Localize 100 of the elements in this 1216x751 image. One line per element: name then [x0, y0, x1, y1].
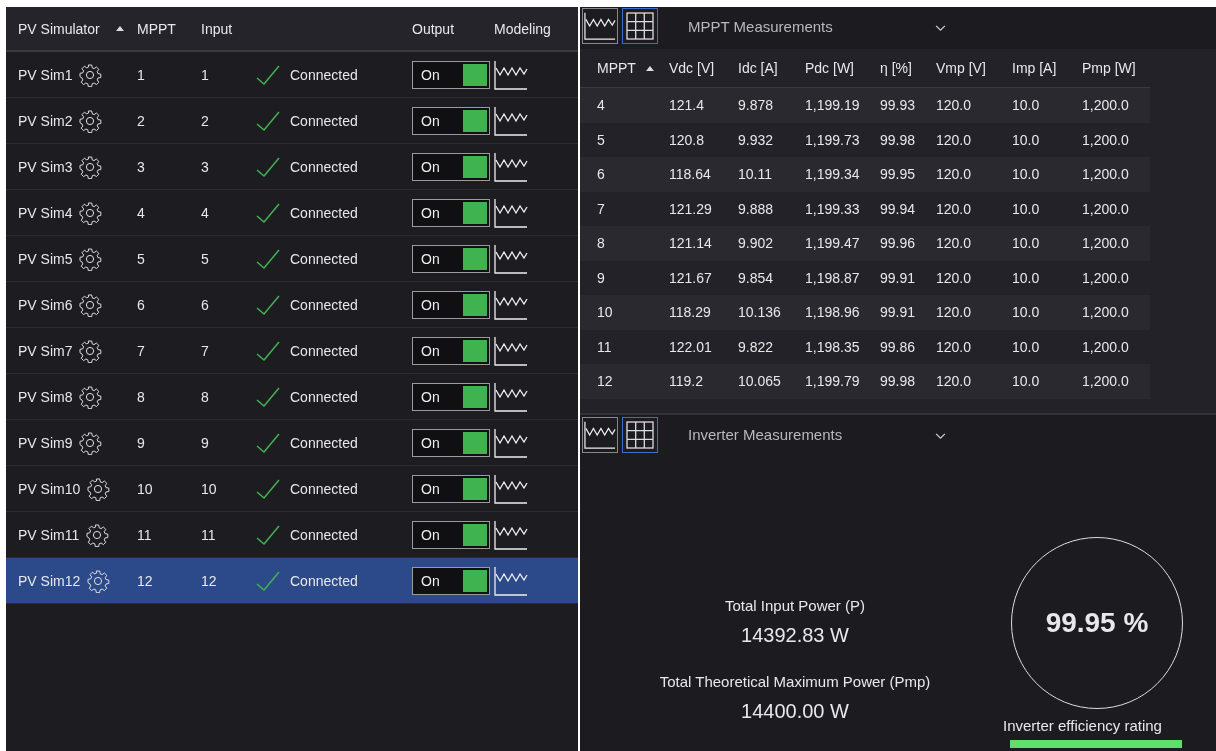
column-header[interactable]: Vdc [V] — [669, 60, 715, 76]
waveform-chart-icon[interactable] — [494, 473, 528, 504]
gear-icon[interactable] — [78, 246, 103, 271]
table-view-button[interactable] — [622, 416, 658, 453]
table-cell: 121.67 — [669, 269, 712, 286]
column-header[interactable]: Input — [201, 20, 233, 37]
output-toggle[interactable]: On — [412, 244, 490, 273]
waveform-chart-icon[interactable] — [494, 289, 528, 320]
waveform-chart-icon[interactable] — [494, 519, 528, 550]
waveform-chart-icon[interactable] — [494, 565, 528, 596]
column-header[interactable]: η [%] — [880, 60, 912, 76]
gear-icon[interactable] — [78, 200, 103, 225]
gear-icon[interactable] — [78, 292, 103, 317]
simulator-row[interactable]: PV Sim2 2 2 Connected On — [6, 98, 578, 144]
simulator-row[interactable]: PV Sim4 4 4 Connected On — [6, 190, 578, 236]
simulator-row[interactable]: PV Sim6 6 6 Connected On — [6, 282, 578, 328]
column-header[interactable]: MPPT — [137, 20, 176, 37]
table-cell: 10 — [597, 304, 613, 321]
input-number: 2 — [201, 112, 209, 129]
simulator-name: PV Sim12 — [18, 572, 81, 589]
metric-label: Total Theoretical Maximum Power (Pmp) — [659, 673, 931, 690]
input-number: 6 — [201, 296, 209, 313]
output-toggle[interactable]: On — [412, 428, 490, 457]
gear-icon[interactable] — [78, 108, 103, 133]
table-cell: 11 — [597, 338, 612, 355]
gear-icon[interactable] — [78, 62, 103, 87]
view-dropdown[interactable]: Inverter Measurements — [688, 426, 946, 443]
table-cell: 10.0 — [1012, 304, 1040, 321]
simulator-row[interactable]: PV Sim3 3 3 Connected On — [6, 144, 578, 190]
table-cell: 1,198.96 — [805, 304, 860, 321]
table-cell: 10.065 — [738, 373, 781, 390]
table-cell: 10.136 — [738, 304, 781, 321]
mppt-number: 12 — [137, 572, 153, 589]
simulator-row[interactable]: PV Sim1 1 1 Connected On — [6, 52, 578, 98]
simulator-row[interactable]: PV Sim10 10 10 Connected On — [6, 466, 578, 512]
gear-icon[interactable] — [78, 384, 103, 409]
output-toggle[interactable]: On — [412, 566, 490, 595]
output-toggle[interactable]: On — [412, 520, 490, 549]
table-cell: 10.0 — [1012, 373, 1040, 390]
table-cell: 119.2 — [669, 373, 703, 390]
table-cell: 121.4 — [669, 97, 705, 114]
waveform-chart-icon[interactable] — [494, 243, 528, 274]
table-cell: 9.878 — [738, 97, 774, 114]
column-header[interactable]: Pdc [W] — [805, 60, 854, 76]
table-cell: 99.93 — [880, 97, 916, 114]
waveform-chart-icon[interactable] — [494, 197, 528, 228]
simulator-row[interactable]: PV Sim7 7 7 Connected On — [6, 328, 578, 374]
waveform-chart-icon[interactable] — [494, 59, 528, 90]
gear-icon[interactable] — [86, 476, 111, 501]
column-header[interactable]: Idc [A] — [738, 60, 778, 76]
waveform-chart-icon[interactable] — [494, 105, 528, 136]
table-cell: 10.0 — [1012, 200, 1040, 217]
waveform-chart-icon[interactable] — [494, 427, 528, 458]
gear-icon[interactable] — [78, 154, 103, 179]
mppt-number: 10 — [137, 480, 153, 497]
mppt-number: 1 — [137, 66, 145, 83]
gear-icon[interactable] — [85, 522, 110, 547]
output-toggle[interactable]: On — [412, 474, 490, 503]
input-number: 9 — [201, 434, 209, 451]
checkmark-icon — [256, 110, 280, 131]
output-toggle[interactable]: On — [412, 382, 490, 411]
column-header[interactable]: Imp [A] — [1012, 60, 1057, 76]
table-cell: 1,200.0 — [1082, 97, 1129, 114]
checkmark-icon — [256, 248, 280, 269]
waveform-chart-icon[interactable] — [494, 381, 528, 412]
gear-icon[interactable] — [78, 338, 103, 363]
simulator-row[interactable]: PV Sim12 12 12 Connected On — [6, 558, 578, 604]
metric-value: 14392.83 W — [741, 624, 849, 647]
simulator-row[interactable]: PV Sim9 9 9 Connected On — [6, 420, 578, 466]
output-toggle[interactable]: On — [412, 336, 490, 365]
output-toggle[interactable]: On — [412, 60, 490, 89]
view-dropdown[interactable]: MPPT Measurements — [688, 17, 946, 35]
column-header[interactable]: MPPT — [597, 60, 636, 76]
simulator-row[interactable]: PV Sim5 5 5 Connected On — [6, 236, 578, 282]
gear-icon[interactable] — [78, 430, 103, 455]
output-toggle[interactable]: On — [412, 106, 490, 135]
output-toggle[interactable]: On — [412, 152, 490, 181]
table-cell: 120.0 — [936, 373, 972, 390]
simulator-row[interactable]: PV Sim8 8 8 Connected On — [6, 374, 578, 420]
chart-view-button[interactable] — [582, 416, 618, 453]
table-cell: 120.0 — [936, 200, 972, 217]
table-cell: 1,200.0 — [1082, 373, 1129, 390]
output-toggle[interactable]: On — [412, 198, 490, 227]
chart-view-button[interactable] — [582, 8, 618, 44]
simulator-name: PV Sim5 — [18, 250, 73, 267]
column-header[interactable]: Output — [412, 20, 455, 37]
table-cell: 1,199.73 — [805, 131, 860, 148]
table-view-button[interactable] — [622, 8, 658, 44]
column-header[interactable]: Pmp [W] — [1082, 60, 1136, 76]
table-cell: 1,200.0 — [1082, 131, 1129, 148]
column-header[interactable]: Modeling — [494, 20, 551, 37]
gear-icon[interactable] — [86, 568, 111, 593]
table-cell: 10.11 — [738, 166, 772, 183]
output-toggle[interactable]: On — [412, 290, 490, 319]
table-cell: 99.94 — [880, 200, 916, 217]
column-header[interactable]: Vmp [V] — [936, 60, 986, 76]
table-cell: 1,199.47 — [805, 235, 860, 252]
waveform-chart-icon[interactable] — [494, 335, 528, 366]
column-header[interactable]: PV Simulator — [18, 20, 100, 37]
waveform-chart-icon[interactable] — [494, 151, 528, 182]
